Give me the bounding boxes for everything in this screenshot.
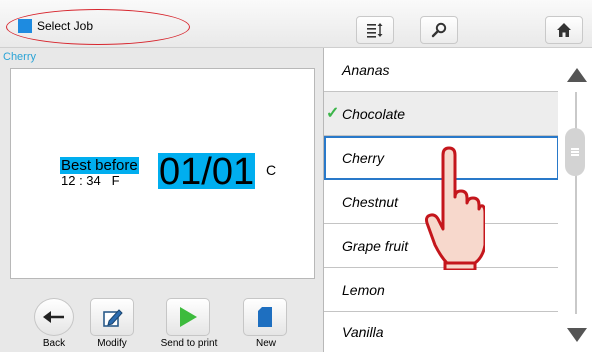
back-button[interactable] — [34, 298, 74, 336]
home-button[interactable] — [545, 16, 583, 44]
job-name-label: Cherry — [3, 51, 37, 63]
check-mark-icon: ✓ — [326, 105, 340, 122]
list-item[interactable]: Ananas — [324, 48, 559, 92]
modify-button[interactable] — [90, 298, 134, 336]
sort-button[interactable] — [356, 16, 394, 44]
list-item-label: Grape fruit — [342, 238, 409, 254]
grip-icon — [571, 148, 579, 156]
modify-label: Modify — [97, 338, 127, 349]
list-scrollbar[interactable] — [558, 48, 592, 352]
send-to-print-label: Send to print — [160, 338, 218, 349]
list-item-checked[interactable]: ✓ Chocolate — [324, 92, 559, 136]
scroll-down-arrow-icon[interactable] — [567, 328, 587, 342]
play-icon — [180, 307, 197, 327]
new-button[interactable] — [243, 298, 287, 336]
page-title: Select Job — [37, 19, 94, 33]
modify-edit-icon — [103, 309, 123, 327]
best-before-text: Best before — [60, 157, 139, 174]
new-label: New — [255, 338, 276, 349]
top-bar: Select Job — [0, 0, 592, 48]
select-job-square-icon — [18, 19, 32, 33]
code-text: C — [266, 162, 277, 178]
list-item-label: Lemon — [342, 282, 385, 298]
new-document-icon — [258, 307, 272, 327]
list-item-label: Vanilla — [342, 324, 384, 340]
back-arrow-icon — [43, 311, 64, 323]
list-item[interactable]: Vanilla — [324, 312, 559, 352]
sort-list-icon — [367, 23, 383, 38]
title-highlight-ellipse — [6, 9, 190, 45]
pointing-hand-icon — [425, 146, 485, 270]
list-item-label: Chestnut — [342, 194, 399, 210]
scroll-up-arrow-icon[interactable] — [567, 68, 587, 82]
job-preview-pane: Cherry Best before 12 : 34 F 01/01 C Bac… — [0, 48, 323, 352]
scroll-track[interactable] — [575, 92, 577, 314]
list-item-label: Cherry — [342, 150, 385, 166]
date-text: 01/01 — [158, 151, 256, 193]
send-to-print-button[interactable] — [166, 298, 210, 336]
search-button[interactable] — [420, 16, 458, 44]
message-preview: Best before 12 : 34 F 01/01 C — [10, 68, 315, 279]
search-icon — [431, 22, 447, 38]
scroll-thumb[interactable] — [565, 128, 585, 176]
list-item-label: Chocolate — [342, 106, 406, 122]
list-item[interactable]: Lemon — [324, 268, 559, 312]
time-text: 12 : 34 F — [61, 173, 120, 188]
back-label: Back — [42, 338, 66, 349]
list-item-label: Ananas — [342, 62, 390, 78]
home-icon — [557, 23, 571, 37]
